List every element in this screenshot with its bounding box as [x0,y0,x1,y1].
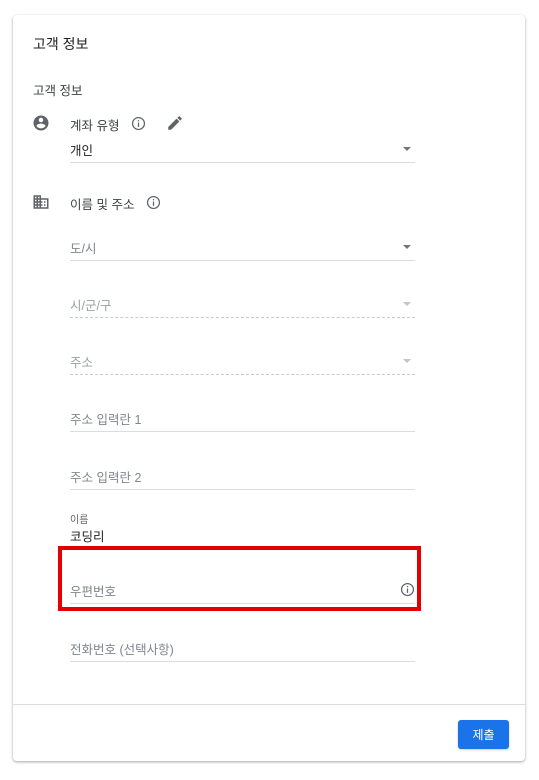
address-select[interactable]: 주소 [70,348,415,375]
dropdown-caret-icon [403,147,411,151]
dropdown-caret-icon [403,359,411,363]
customer-info-card: 고객 정보 고객 정보 계좌 유형 개인 이름 및 주소 도/시 시/군/구 주… [13,15,525,761]
name-field-value[interactable]: 코딩리 [70,526,105,545]
name-address-label: 이름 및 주소 [70,198,135,212]
business-building-icon [33,195,49,209]
account-type-value: 개인 [70,144,94,158]
address-placeholder: 주소 [70,356,94,370]
card-title: 고객 정보 [33,36,89,52]
address-line1-input[interactable]: 주소 입력란 1 [70,405,415,432]
account-circle-icon [33,115,49,131]
edit-pencil-icon[interactable] [166,114,184,132]
address-line2-input[interactable]: 주소 입력란 2 [70,463,415,490]
info-icon[interactable] [131,116,146,131]
address-line2-placeholder: 주소 입력란 2 [70,471,142,485]
city-placeholder: 시/군/구 [70,299,112,313]
account-type-label: 계좌 유형 [70,119,120,133]
postal-code-highlight-box [58,546,421,611]
province-placeholder: 도/시 [70,242,97,256]
footer-divider [13,704,525,705]
dropdown-caret-icon [403,245,411,249]
phone-placeholder: 전화번호 (선택사항) [70,643,174,657]
name-field-label: 이름 [70,515,89,526]
address-line1-placeholder: 주소 입력란 1 [70,413,142,427]
province-select[interactable]: 도/시 [70,234,415,261]
city-select[interactable]: 시/군/구 [70,291,415,318]
account-type-select[interactable]: 개인 [70,136,415,163]
section-title: 고객 정보 [33,84,83,98]
submit-button[interactable]: 제출 [458,720,509,749]
phone-input[interactable]: 전화번호 (선택사항) [70,635,415,662]
dropdown-caret-icon [403,302,411,306]
info-icon[interactable] [146,195,161,210]
